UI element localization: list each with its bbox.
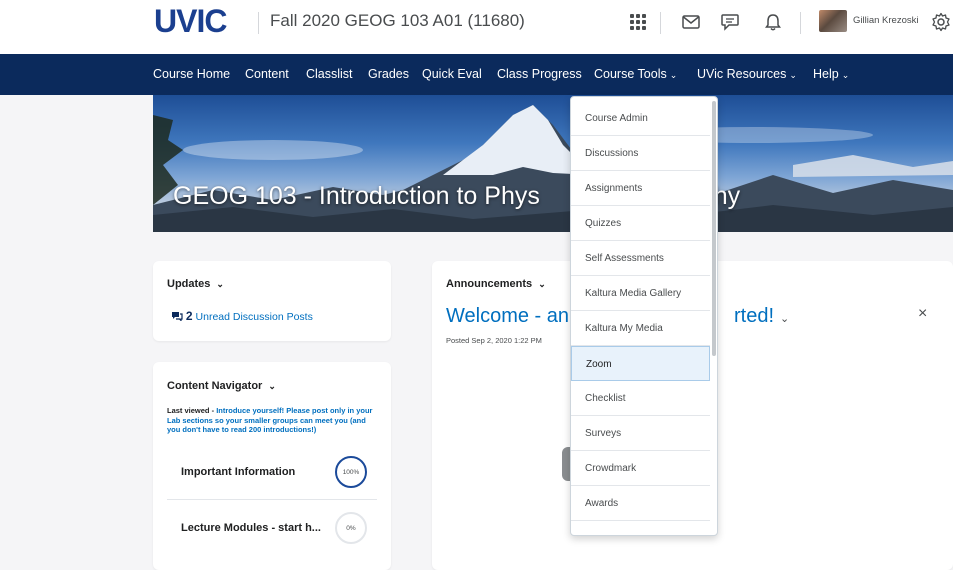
menu-item-course-admin[interactable]: Course Admin xyxy=(571,101,710,136)
chevron-down-icon: ⌄ xyxy=(669,70,678,80)
nav-label: Classlist xyxy=(306,67,353,81)
header-divider xyxy=(800,12,801,34)
chevron-down-icon: ⌄ xyxy=(841,70,850,80)
last-viewed-label: Last viewed - xyxy=(167,406,217,415)
content-navigator-heading-label: Content Navigator xyxy=(167,380,263,392)
module-row-lecture-modules[interactable]: Lecture Modules - start h... 0% xyxy=(167,502,377,556)
updates-heading[interactable]: Updates ⌄ xyxy=(167,278,224,290)
chevron-down-icon: ⌄ xyxy=(268,381,276,391)
nav-label: Content xyxy=(245,67,289,81)
dropdown-scrollbar[interactable] xyxy=(712,101,716,356)
menu-item-self-assessments[interactable]: Self Assessments xyxy=(571,241,710,276)
uvic-logo[interactable]: UVIC xyxy=(154,4,227,38)
menu-item-quizzes[interactable]: Quizzes xyxy=(571,206,710,241)
close-icon[interactable]: × xyxy=(918,305,927,323)
unread-count: 2 xyxy=(185,309,193,323)
nav-label: Course Home xyxy=(153,67,231,81)
course-title[interactable]: Fall 2020 GEOG 103 A01 (11680) xyxy=(270,10,525,32)
gear-icon[interactable] xyxy=(928,8,953,36)
course-banner: GEOG 103 - Introduction to Phys phy xyxy=(153,95,953,232)
chevron-down-icon: ⌄ xyxy=(789,70,797,80)
mail-icon[interactable] xyxy=(678,8,704,36)
progress-label: 100% xyxy=(342,468,360,476)
nav-help[interactable]: Help ⌄ xyxy=(813,54,849,95)
avatar[interactable] xyxy=(819,10,847,32)
nav-label: Quick Eval xyxy=(422,67,482,81)
grid-icon[interactable] xyxy=(625,8,651,36)
nav-uvic-resources[interactable]: UVic Resources ⌄ xyxy=(697,54,797,95)
nav-label: Course Tools xyxy=(594,67,667,81)
announcements-heading[interactable]: Announcements ⌄ xyxy=(446,278,546,290)
updates-widget: Updates ⌄ 2 Unread Discussion Posts xyxy=(153,261,391,341)
nav-label: UVic Resources xyxy=(697,67,787,81)
menu-item-awards[interactable]: Awards xyxy=(571,486,710,521)
chevron-down-icon: ⌄ xyxy=(538,279,546,289)
chevron-down-icon[interactable]: ⌄ xyxy=(780,313,789,325)
updates-heading-label: Updates xyxy=(167,278,211,290)
course-tools-dropdown: Course Admin Discussions Assignments Qui… xyxy=(570,96,718,536)
module-name: Lecture Modules - start h... xyxy=(181,522,321,534)
nav-classlist[interactable]: Classlist xyxy=(306,54,353,95)
announcement-title-end[interactable]: rted! ⌄ xyxy=(734,305,789,328)
banner-title-start: GEOG 103 - Introduction to Phys xyxy=(173,182,540,210)
user-name[interactable]: Gillian Krezoski xyxy=(853,14,918,28)
progress-ring: 0% xyxy=(335,512,367,544)
module-row-important-information[interactable]: Important Information 100% xyxy=(167,446,377,500)
menu-item-zoom[interactable]: Zoom xyxy=(571,346,710,381)
menu-item-checklist[interactable]: Checklist xyxy=(571,381,710,416)
progress-ring: 100% xyxy=(335,456,367,488)
module-name: Important Information xyxy=(181,466,296,478)
menu-item-discussions[interactable]: Discussions xyxy=(571,136,710,171)
course-navbar: Course Home Content Classlist Grades Qui… xyxy=(0,54,953,95)
content-navigator-widget: Content Navigator ⌄ Last viewed - Introdu… xyxy=(153,362,391,570)
chevron-down-icon: ⌄ xyxy=(216,279,224,289)
menu-item-kaltura-media-gallery[interactable]: Kaltura Media Gallery xyxy=(571,276,710,311)
header-divider xyxy=(258,12,259,34)
menu-item-kaltura-my-media[interactable]: Kaltura My Media xyxy=(571,311,710,346)
unread-link-text: Unread Discussion Posts xyxy=(195,311,313,323)
menu-item-crowdmark[interactable]: Crowdmark xyxy=(571,451,710,486)
nav-course-tools[interactable]: Course Tools ⌄ xyxy=(594,54,677,95)
nav-grades[interactable]: Grades xyxy=(368,54,409,95)
menu-item-surveys[interactable]: Surveys xyxy=(571,416,710,451)
top-header: UVIC Fall 2020 GEOG 103 A01 (11680) Gill… xyxy=(0,0,953,54)
nav-course-home[interactable]: Course Home xyxy=(153,54,230,95)
last-viewed: Last viewed - Introduce yourself! Please… xyxy=(167,406,377,435)
announcement-title-start[interactable]: Welcome - an xyxy=(446,305,569,328)
unread-discussions-link[interactable]: 2 Unread Discussion Posts xyxy=(171,309,313,324)
nav-label: Grades xyxy=(368,67,409,81)
bell-icon[interactable] xyxy=(760,8,786,36)
header-divider xyxy=(660,12,661,34)
progress-label: 0% xyxy=(346,524,356,532)
nav-label: Help xyxy=(813,67,839,81)
announcement-title-end-text: rted! xyxy=(734,305,775,327)
menu-item-assignments[interactable]: Assignments xyxy=(571,171,710,206)
content-navigator-heading[interactable]: Content Navigator ⌄ xyxy=(167,380,276,392)
discussion-icon xyxy=(171,311,183,324)
chat-icon[interactable] xyxy=(717,8,743,36)
nav-content[interactable]: Content xyxy=(245,54,289,95)
announcements-heading-label: Announcements xyxy=(446,278,533,290)
mountain-image xyxy=(153,105,953,232)
posted-date: Posted Sep 2, 2020 1:22 PM xyxy=(446,336,542,345)
nav-quick-eval[interactable]: Quick Eval xyxy=(422,54,482,95)
nav-label: Class Progress xyxy=(497,67,582,81)
nav-class-progress[interactable]: Class Progress xyxy=(497,54,582,95)
